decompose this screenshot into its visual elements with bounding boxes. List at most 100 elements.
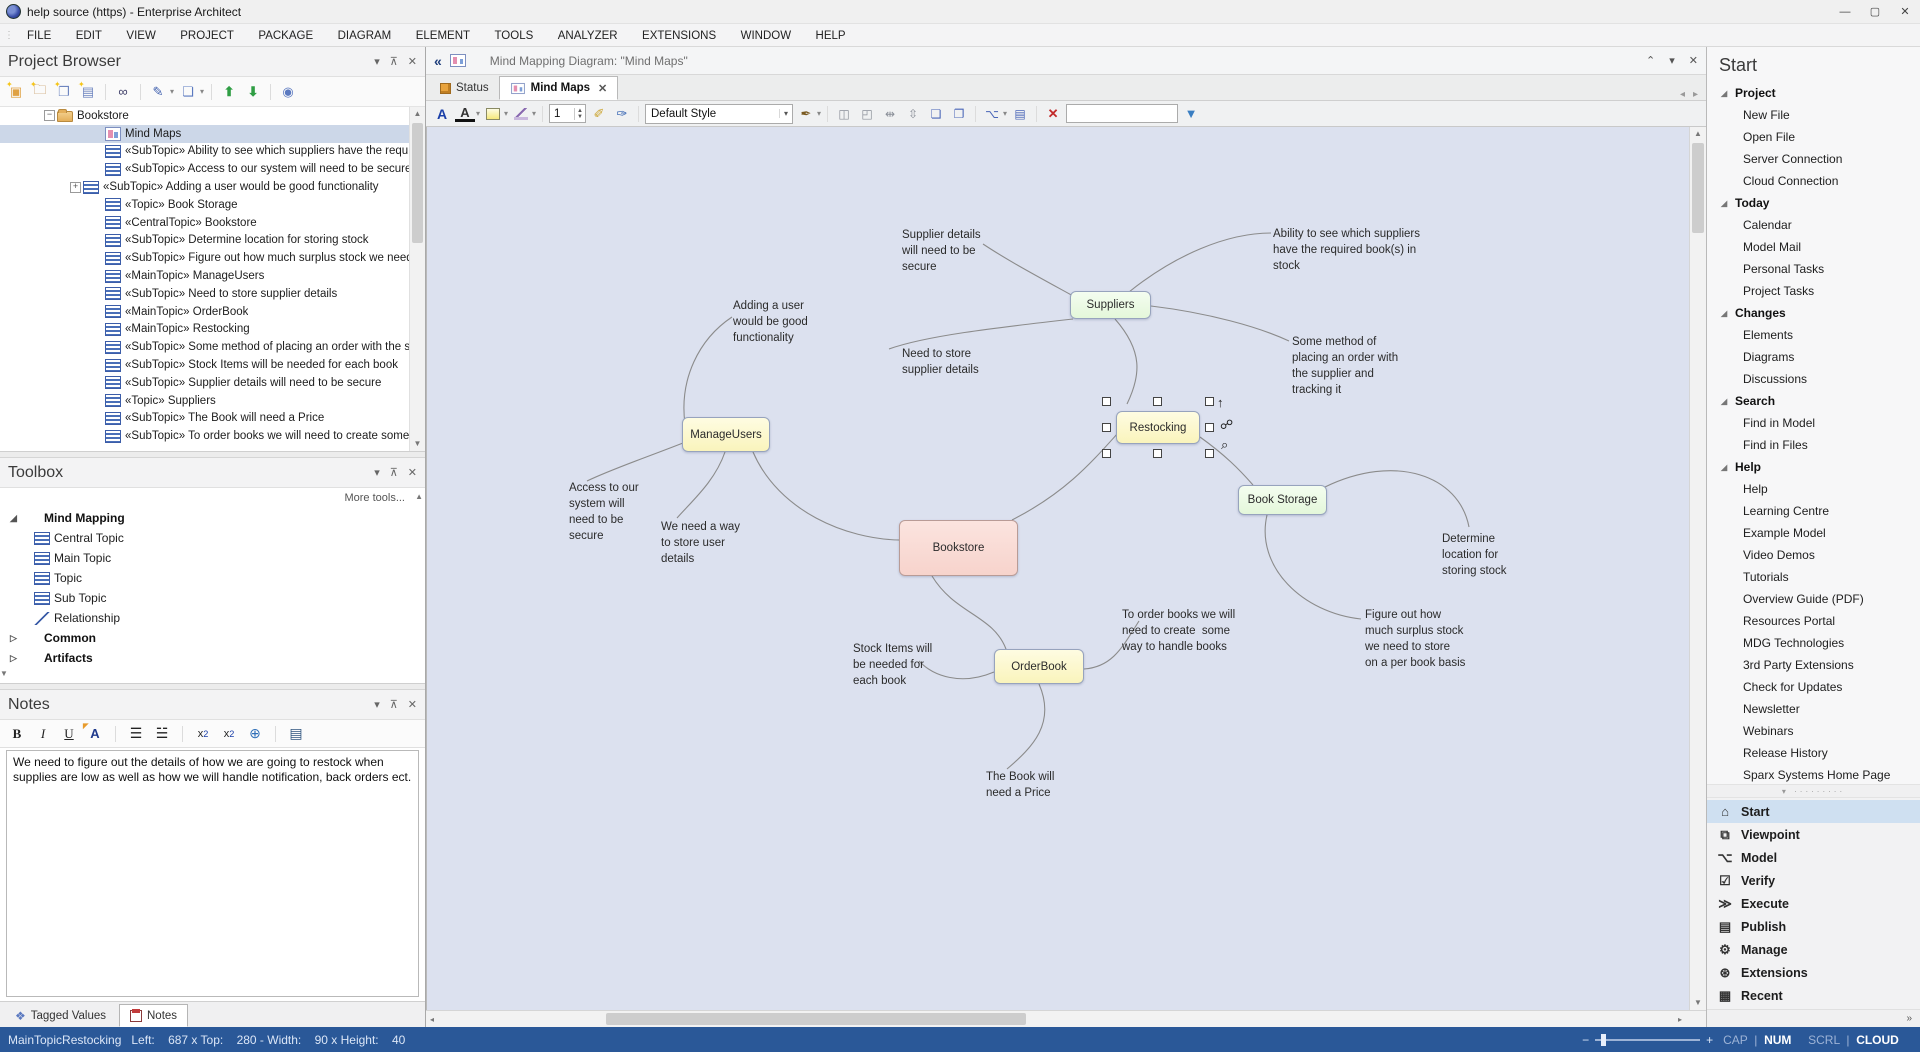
toolbox-item[interactable]: ▷ Artifacts bbox=[0, 648, 425, 668]
numbered-list-icon[interactable]: ☱ bbox=[153, 724, 171, 744]
tree-item[interactable]: «SubTopic» Determine location for storin… bbox=[0, 232, 409, 250]
line-color-dropdown-icon[interactable] bbox=[532, 109, 536, 118]
expander-icon[interactable] bbox=[90, 358, 105, 373]
collapse-up-icon[interactable] bbox=[1646, 54, 1655, 67]
scroll-thumb[interactable] bbox=[606, 1013, 1026, 1025]
tab-status[interactable]: Status bbox=[430, 76, 499, 100]
caption-menu-icon[interactable] bbox=[1669, 54, 1675, 67]
eyedropper-icon[interactable]: ✑ bbox=[612, 104, 632, 124]
mindmap-annotation[interactable]: Supplier details will need to be secure bbox=[902, 227, 981, 275]
bold-icon[interactable]: B bbox=[8, 724, 26, 744]
format-painter-icon[interactable]: ✐ bbox=[589, 104, 609, 124]
copy-dropdown-icon[interactable] bbox=[200, 87, 204, 96]
start-panel-item[interactable]: Resources Portal bbox=[1707, 610, 1920, 632]
tree-item[interactable]: «CentralTopic» Bookstore bbox=[0, 214, 409, 232]
start-panel-item[interactable]: Sparx Systems Home Page bbox=[1707, 764, 1920, 784]
zoom-out-icon[interactable]: − bbox=[1582, 1033, 1589, 1047]
start-panel-item[interactable]: Server Connection bbox=[1707, 148, 1920, 170]
quicklink-arrow-icon[interactable]: ↑ bbox=[1217, 395, 1224, 410]
help-icon[interactable]: ◉ bbox=[278, 82, 298, 102]
scroll-thumb[interactable] bbox=[1692, 143, 1704, 233]
line-color-icon[interactable] bbox=[514, 108, 528, 120]
edit-icon[interactable]: ✎ bbox=[148, 82, 168, 102]
menu-item[interactable]: VIEW bbox=[116, 30, 165, 42]
start-panel-item[interactable]: Example Model bbox=[1707, 522, 1920, 544]
scroll-down-icon[interactable] bbox=[1690, 996, 1706, 1010]
expander-icon[interactable] bbox=[90, 197, 105, 212]
spin-down-icon[interactable] bbox=[575, 114, 585, 120]
tab-scroll-right-icon[interactable] bbox=[1693, 89, 1698, 100]
toolbox-scroll-down-icon[interactable] bbox=[0, 667, 423, 681]
move-up-icon[interactable]: ⬆ bbox=[219, 82, 239, 102]
mindmap-node[interactable]: Suppliers bbox=[1070, 291, 1151, 319]
mindmap-annotation[interactable]: Access to our system will need to be sec… bbox=[569, 480, 639, 544]
expander-icon[interactable] bbox=[90, 393, 105, 408]
start-panel-item[interactable]: Webinars bbox=[1707, 720, 1920, 742]
tree-item[interactable]: «SubTopic» Supplier details will need to… bbox=[0, 374, 409, 392]
filter-funnel-icon[interactable]: ▼ bbox=[1181, 104, 1201, 124]
quicklink-hand-icon[interactable]: ☍ bbox=[1220, 417, 1233, 433]
auto-layout-icon[interactable]: ⌥ bbox=[982, 104, 1002, 124]
more-tools-link[interactable]: More tools... bbox=[344, 492, 405, 504]
zoom-element-icon[interactable]: ⌕ bbox=[1221, 437, 1228, 453]
edit-dropdown-icon[interactable] bbox=[170, 87, 174, 96]
scroll-left-icon[interactable] bbox=[430, 1015, 434, 1024]
nav-item[interactable]: Manage bbox=[1707, 938, 1920, 961]
start-panel-item[interactable]: Help bbox=[1707, 478, 1920, 500]
collapse-left-icon[interactable] bbox=[434, 53, 442, 69]
expander-icon[interactable] bbox=[90, 215, 105, 230]
font-icon[interactable]: A bbox=[432, 104, 452, 124]
zoom-track[interactable] bbox=[1595, 1039, 1700, 1041]
expander-icon[interactable] bbox=[90, 126, 105, 141]
tree-item[interactable]: Bookstore bbox=[0, 107, 409, 125]
tree-item[interactable]: «SubTopic» Figure out how much surplus s… bbox=[0, 249, 409, 267]
start-panel-item[interactable]: Video Demos bbox=[1707, 544, 1920, 566]
expander-icon[interactable] bbox=[90, 269, 105, 284]
tab-tagged-values[interactable]: ❖ Tagged Values bbox=[4, 1004, 117, 1027]
tree-item[interactable]: «SubTopic» Stock Items will be needed fo… bbox=[0, 356, 409, 374]
tree-item[interactable]: «SubTopic» Need to store supplier detail… bbox=[0, 285, 409, 303]
menu-item[interactable]: PROJECT bbox=[170, 30, 244, 42]
start-panel-item[interactable]: Open File bbox=[1707, 126, 1920, 148]
scroll-up-icon[interactable] bbox=[410, 107, 425, 121]
mindmap-annotation[interactable]: Ability to see which suppliers have the … bbox=[1273, 226, 1420, 274]
bring-forward-icon[interactable]: ❏ bbox=[926, 104, 946, 124]
notes-editor[interactable]: We need to figure out the details of how… bbox=[6, 750, 419, 997]
start-panel-item[interactable]: Find in Files bbox=[1707, 434, 1920, 456]
tree-item[interactable]: «Topic» Suppliers bbox=[0, 392, 409, 410]
toolbox-item[interactable]: Central Topic bbox=[0, 528, 425, 548]
nav-item[interactable]: Viewpoint bbox=[1707, 823, 1920, 846]
expander-icon[interactable] bbox=[42, 108, 57, 123]
close-button[interactable] bbox=[1890, 0, 1920, 23]
start-panel-item[interactable]: Project Tasks bbox=[1707, 280, 1920, 302]
maximize-button[interactable] bbox=[1860, 0, 1890, 23]
combo-caret-icon[interactable] bbox=[779, 109, 792, 118]
start-panel-item[interactable]: Discussions bbox=[1707, 368, 1920, 390]
nav-item[interactable]: Verify bbox=[1707, 869, 1920, 892]
start-panel-item[interactable]: Diagrams bbox=[1707, 346, 1920, 368]
nav-item[interactable]: Execute bbox=[1707, 892, 1920, 915]
align-right-icon[interactable]: ◰ bbox=[857, 104, 877, 124]
start-panel-item[interactable]: ◢ Search bbox=[1707, 390, 1920, 412]
hyperlink-icon[interactable]: ⊕ bbox=[246, 724, 264, 744]
tree-scrollbar[interactable] bbox=[409, 107, 425, 451]
menu-item[interactable]: DIAGRAM bbox=[328, 30, 402, 42]
search-icon[interactable]: ∞ bbox=[113, 82, 133, 102]
nav-item[interactable]: Start bbox=[1707, 800, 1920, 823]
tree-item[interactable]: «MainTopic» ManageUsers bbox=[0, 267, 409, 285]
font-color-dropdown-icon[interactable] bbox=[476, 109, 480, 118]
subscript-icon[interactable]: x2 bbox=[220, 724, 238, 744]
toolbox-item[interactable]: Main Topic bbox=[0, 548, 425, 568]
start-panel-item[interactable]: Find in Model bbox=[1707, 412, 1920, 434]
expander-icon[interactable] bbox=[90, 286, 105, 301]
canvas-horizontal-scrollbar[interactable] bbox=[426, 1010, 1706, 1027]
mindmap-annotation[interactable]: Adding a user would be good functionalit… bbox=[733, 298, 808, 346]
tree-item[interactable]: «MainTopic» OrderBook bbox=[0, 303, 409, 321]
tree-item[interactable]: «SubTopic» To order books we will need t… bbox=[0, 427, 409, 445]
mindmap-node[interactable]: Bookstore bbox=[899, 520, 1018, 576]
start-panel-item[interactable]: ◢ Changes bbox=[1707, 302, 1920, 324]
toolbox-scroll-up-icon[interactable] bbox=[415, 490, 423, 504]
menu-item[interactable]: EXTENSIONS bbox=[632, 30, 726, 42]
start-panel-item[interactable]: Overview Guide (PDF) bbox=[1707, 588, 1920, 610]
tab-notes[interactable]: Notes bbox=[119, 1004, 188, 1027]
